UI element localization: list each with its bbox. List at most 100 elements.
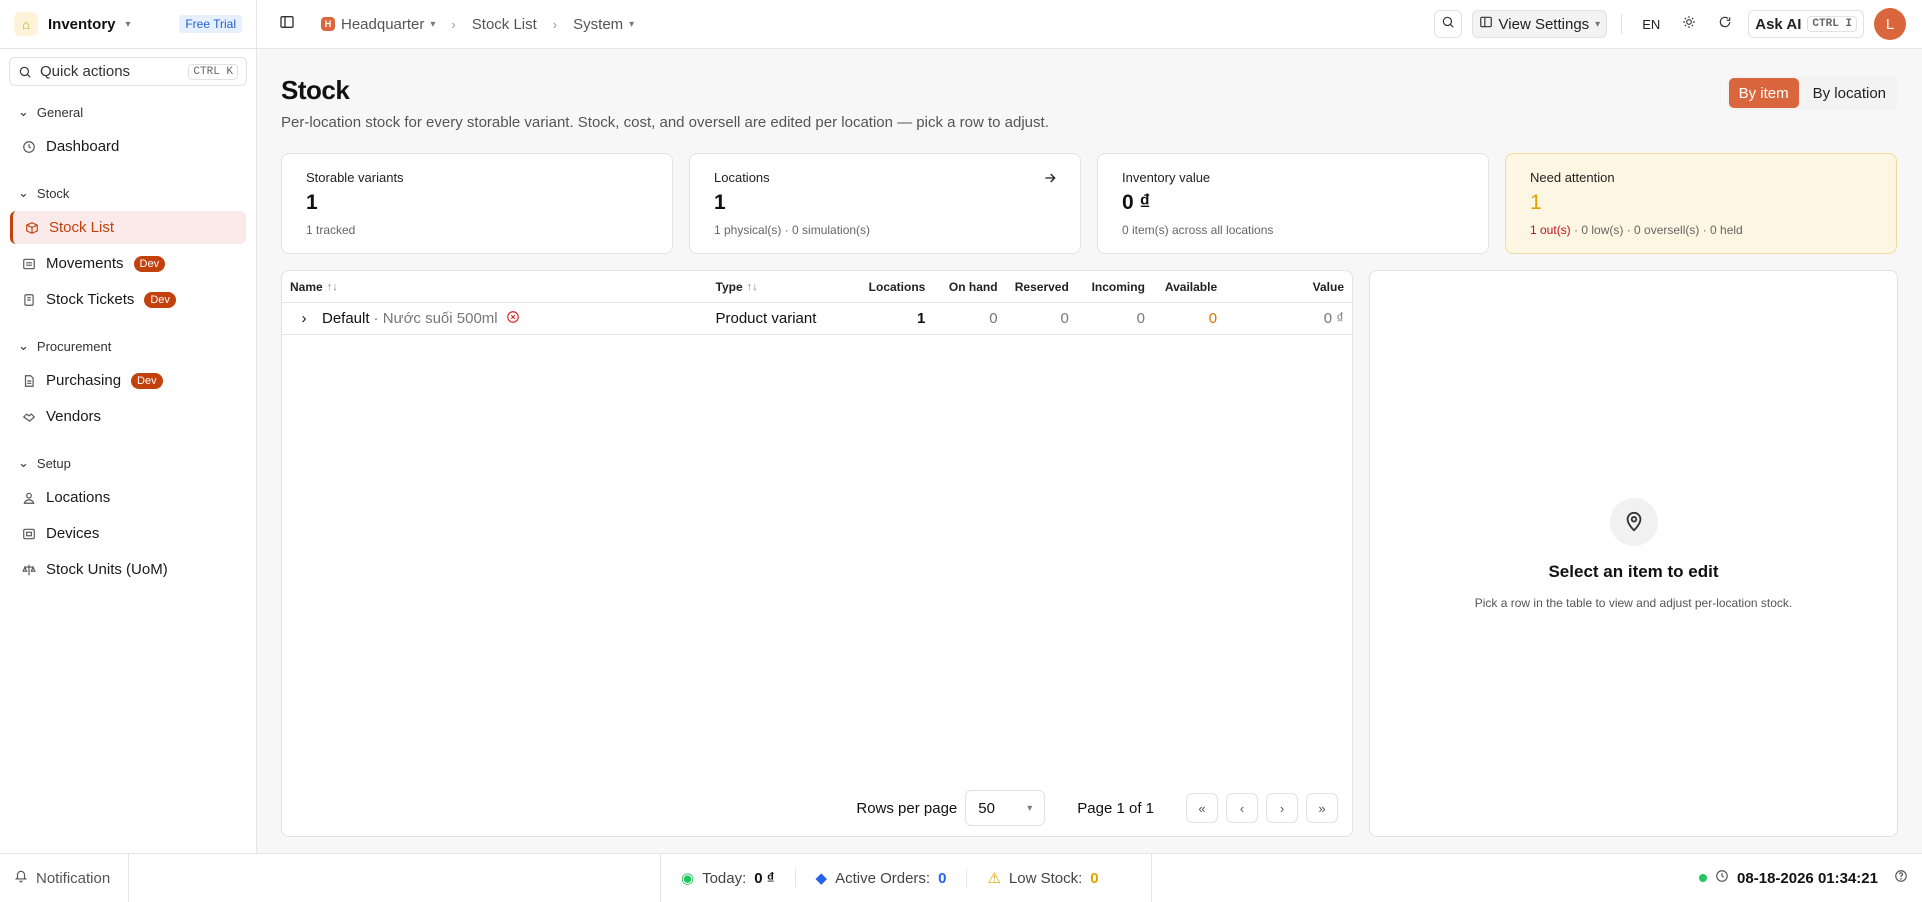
chevrons-left-icon: «: [1198, 800, 1206, 816]
card-label: Inventory value: [1122, 170, 1211, 185]
stat-label: Active Orders:: [835, 869, 931, 887]
header-name[interactable]: Name ↑↓: [290, 280, 716, 294]
header-actions: View Settings ▾ EN Ask AI CTRL I L: [1433, 8, 1906, 40]
by-location-button[interactable]: By location: [1803, 78, 1896, 108]
clock-icon: [22, 140, 36, 154]
chevron-down-icon: ⌄: [18, 185, 29, 200]
sidebar-item-devices[interactable]: Devices: [10, 517, 246, 550]
view-settings-button[interactable]: View Settings ▾: [1471, 10, 1608, 38]
sidebar-item-purchasing[interactable]: Purchasing Dev: [10, 364, 246, 397]
sidebar-item-label: Vendors: [46, 408, 102, 425]
first-page-button[interactable]: «: [1186, 793, 1218, 823]
card-need-attention: Need attention 1 1 out(s) · 0 low(s) · 0…: [1505, 153, 1897, 254]
quick-actions-label: Quick actions: [40, 63, 131, 80]
help-icon[interactable]: [1894, 869, 1908, 887]
card-value: 1: [1530, 191, 1542, 214]
header-label: Name: [290, 279, 323, 294]
cell-reserved: 0: [1060, 310, 1069, 327]
chevron-down-icon: ▾: [125, 18, 131, 30]
sidebar-item-movements[interactable]: Movements Dev: [10, 247, 246, 280]
detail-panel: Select an item to edit Pick a row in the…: [1369, 270, 1898, 837]
variant-name: Default: [322, 310, 370, 327]
datetime: 08-18-2026 01:34:21: [1737, 869, 1878, 887]
section-general[interactable]: ⌄ General: [0, 94, 256, 130]
breadcrumb-system[interactable]: System ▾: [573, 16, 634, 33]
status-bar: Notification ◉ Today: 0 ₫ ◆ Active Order…: [0, 853, 1922, 902]
next-page-button[interactable]: ›: [1266, 793, 1298, 823]
section-stock[interactable]: ⌄ Stock: [0, 175, 256, 211]
top-header: H Headquarter ▾ › Stock List › System ▾ …: [257, 0, 1922, 49]
sidebar-item-stock-units[interactable]: Stock Units (UoM): [10, 553, 246, 586]
prev-page-button[interactable]: ‹: [1226, 793, 1258, 823]
home-icon: ⌂: [14, 12, 38, 36]
main-content: Stock Per-location stock for every stora…: [281, 49, 1898, 837]
cell-incoming: 0: [1136, 310, 1145, 327]
ask-ai-button[interactable]: Ask AI CTRL I: [1748, 10, 1864, 38]
card-value: 0 ₫: [1122, 191, 1151, 214]
section-title: Setup: [36, 455, 71, 471]
sidebar-item-label: Locations: [46, 489, 111, 506]
table-row[interactable]: › Default · Nước suối 500ml Product vari…: [282, 303, 1352, 335]
stat-active-orders: ◆ Active Orders: 0: [794, 869, 967, 887]
sidebar-item-label: Movements: [46, 255, 124, 272]
header-label: Type: [715, 279, 743, 294]
breadcrumb-page[interactable]: Stock List: [472, 16, 537, 33]
ask-ai-label: Ask AI: [1755, 15, 1802, 33]
card-locations[interactable]: Locations 1 1 physical(s) · 0 simulation…: [689, 153, 1081, 254]
breadcrumb: H Headquarter ▾ › Stock List › System ▾: [321, 16, 634, 33]
chevron-down-icon: ⌄: [18, 338, 29, 353]
sidebar-toggle-button[interactable]: [273, 10, 301, 38]
theme-toggle-button[interactable]: [1676, 10, 1703, 38]
app-switcher[interactable]: ⌂ Inventory ▾ Free Trial: [0, 0, 256, 49]
card-label: Need attention: [1530, 170, 1615, 185]
search-icon: [18, 65, 32, 79]
header-on-hand: On hand: [948, 279, 998, 294]
language-button[interactable]: EN: [1636, 10, 1667, 38]
sidebar-item-vendors[interactable]: Vendors: [10, 400, 246, 433]
sidebar-item-stock-tickets[interactable]: Stock Tickets Dev: [10, 283, 246, 316]
sidebar-item-locations[interactable]: Locations: [10, 481, 246, 514]
by-item-button[interactable]: By item: [1728, 78, 1799, 108]
stat-label: Today:: [702, 869, 747, 887]
search-button[interactable]: [1433, 10, 1462, 38]
chevron-down-icon: ▾: [1027, 802, 1033, 814]
user-avatar[interactable]: L: [1874, 8, 1906, 40]
notification-label: Notification: [36, 869, 111, 887]
online-status-dot: [1699, 874, 1708, 882]
section-title: Stock: [36, 185, 70, 201]
location-avatar: H: [321, 17, 335, 31]
bell-icon: [14, 869, 28, 887]
page-description: Per-location stock for every storable va…: [281, 114, 1049, 131]
breadcrumb-location[interactable]: H Headquarter ▾: [321, 16, 435, 33]
free-trial-badge[interactable]: Free Trial: [179, 15, 242, 33]
header-available: Available: [1164, 279, 1218, 294]
section-setup[interactable]: ⌄ Setup: [0, 445, 256, 481]
dev-badge: Dev: [133, 255, 166, 272]
rows-per-page-select[interactable]: 50 ▾: [965, 790, 1046, 826]
cell-locations: 1: [916, 310, 926, 327]
breadcrumb-label: Headquarter: [341, 15, 425, 33]
handshake-icon: [22, 410, 36, 424]
chevron-down-icon: ▾: [430, 18, 436, 30]
section-procurement[interactable]: ⌄ Procurement: [0, 328, 256, 364]
card-value: 1: [714, 191, 726, 214]
sidebar-item-stock-list[interactable]: Stock List: [10, 211, 246, 244]
quick-actions-shortcut: CTRL K: [188, 63, 238, 80]
header-type[interactable]: Type ↑↓: [716, 280, 833, 294]
cell-type: Product variant: [715, 310, 817, 327]
card-sub: 1 physical(s) · 0 simulation(s): [714, 223, 871, 237]
cell-available: 0: [1208, 310, 1218, 327]
refresh-button[interactable]: [1712, 10, 1739, 38]
header-incoming: Incoming: [1091, 279, 1145, 294]
card-label: Storable variants: [306, 170, 404, 185]
detail-subtitle: Pick a row in the table to view and adju…: [1474, 595, 1793, 610]
stat-value: 0 ₫: [754, 869, 775, 887]
notification-button[interactable]: Notification: [0, 854, 129, 902]
card-inventory-value: Inventory value 0 ₫ 0 item(s) across all…: [1097, 153, 1489, 254]
chevron-right-icon[interactable]: ›: [290, 310, 318, 327]
card-storable-variants: Storable variants 1 1 tracked: [281, 153, 673, 254]
quick-actions-input[interactable]: Quick actions CTRL K: [9, 57, 247, 86]
last-page-button[interactable]: »: [1306, 793, 1338, 823]
sidebar-item-dashboard[interactable]: Dashboard: [10, 130, 246, 163]
card-sub: 1 tracked: [306, 223, 356, 237]
